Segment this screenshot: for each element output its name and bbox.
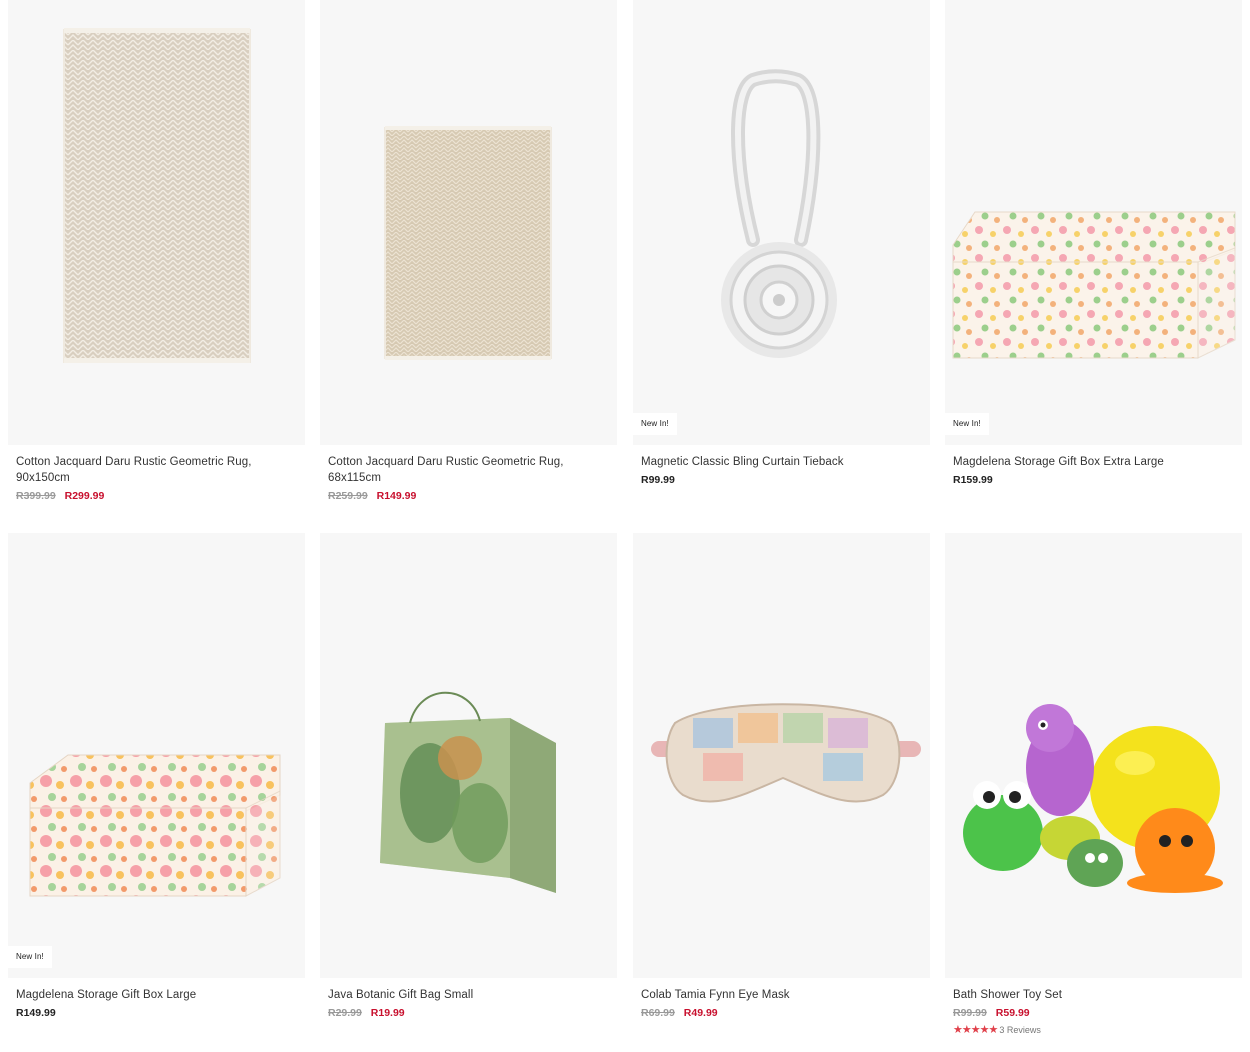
price-block: R399.99 R299.99 <box>16 490 297 502</box>
product-title[interactable]: Magdelena Storage Gift Box Large <box>16 987 297 1003</box>
price: R99.99 <box>641 474 675 486</box>
price-block: R99.99 R59.99 <box>953 1007 1234 1019</box>
original-price: R29.99 <box>328 1007 362 1019</box>
product-card-rug-large[interactable]: Cotton Jacquard Daru Rustic Geometric Ru… <box>8 0 305 502</box>
product-grid: Cotton Jacquard Daru Rustic Geometric Ru… <box>0 0 1250 1052</box>
product-image-rug-large[interactable] <box>8 0 305 445</box>
original-price: R99.99 <box>953 1007 987 1019</box>
product-card-bath-toys[interactable]: Bath Shower Toy Set R99.99 R59.99 ★★★★★ … <box>945 533 1242 1036</box>
sale-price: R149.99 <box>376 490 417 502</box>
product-image-floral-box-large[interactable]: New In! <box>8 533 305 978</box>
product-card-botanic-gift-bag[interactable]: Java Botanic Gift Bag Small R29.99 R19.9… <box>320 533 617 1019</box>
product-image-curtain-tieback[interactable]: New In! <box>633 0 930 445</box>
price-block: R149.99 <box>16 1007 297 1019</box>
price-block: R69.99 R49.99 <box>641 1007 922 1019</box>
product-card-floral-box-large[interactable]: New In! Magdelena Storage Gift Box Large… <box>8 533 305 1019</box>
original-price: R399.99 <box>16 490 56 502</box>
new-in-badge: New In! <box>633 413 677 435</box>
price-block: R159.99 <box>953 474 1234 486</box>
product-card-rug-small[interactable]: Cotton Jacquard Daru Rustic Geometric Ru… <box>320 0 617 502</box>
price-block: R29.99 R19.99 <box>328 1007 609 1019</box>
product-card-floral-box-xl[interactable]: New In! Magdelena Storage Gift Box Extra… <box>945 0 1242 486</box>
product-image-rug-small[interactable] <box>320 0 617 445</box>
product-image-botanic-gift-bag[interactable] <box>320 533 617 978</box>
product-title[interactable]: Bath Shower Toy Set <box>953 987 1234 1003</box>
rating[interactable]: ★★★★★ 3 Reviews <box>953 1023 1234 1036</box>
star-rating-icons: ★★★★★ <box>953 1024 998 1036</box>
price: R149.99 <box>16 1007 56 1019</box>
product-card-curtain-tieback[interactable]: New In! Magnetic Classic Bling Curtain T… <box>633 0 930 486</box>
product-title[interactable]: Cotton Jacquard Daru Rustic Geometric Ru… <box>328 454 609 486</box>
sale-price: R299.99 <box>64 490 105 502</box>
sale-price: R49.99 <box>683 1007 718 1019</box>
new-in-badge: New In! <box>945 413 989 435</box>
product-title[interactable]: Magdelena Storage Gift Box Extra Large <box>953 454 1234 470</box>
price: R159.99 <box>953 474 993 486</box>
product-image-eye-mask[interactable] <box>633 533 930 978</box>
review-count[interactable]: 3 Reviews <box>999 1025 1041 1035</box>
new-in-badge: New In! <box>8 946 52 968</box>
price-block: R259.99 R149.99 <box>328 490 609 502</box>
product-card-eye-mask[interactable]: Colab Tamia Fynn Eye Mask R69.99 R49.99 <box>633 533 930 1019</box>
product-title[interactable]: Cotton Jacquard Daru Rustic Geometric Ru… <box>16 454 297 486</box>
product-title[interactable]: Java Botanic Gift Bag Small <box>328 987 609 1003</box>
price-block: R99.99 <box>641 474 922 486</box>
product-title[interactable]: Colab Tamia Fynn Eye Mask <box>641 987 922 1003</box>
product-image-bath-toys[interactable] <box>945 533 1242 978</box>
product-image-floral-box-xl[interactable]: New In! <box>945 0 1242 445</box>
product-title[interactable]: Magnetic Classic Bling Curtain Tieback <box>641 454 922 470</box>
sale-price: R59.99 <box>995 1007 1030 1019</box>
sale-price: R19.99 <box>370 1007 405 1019</box>
original-price: R69.99 <box>641 1007 675 1019</box>
original-price: R259.99 <box>328 490 368 502</box>
